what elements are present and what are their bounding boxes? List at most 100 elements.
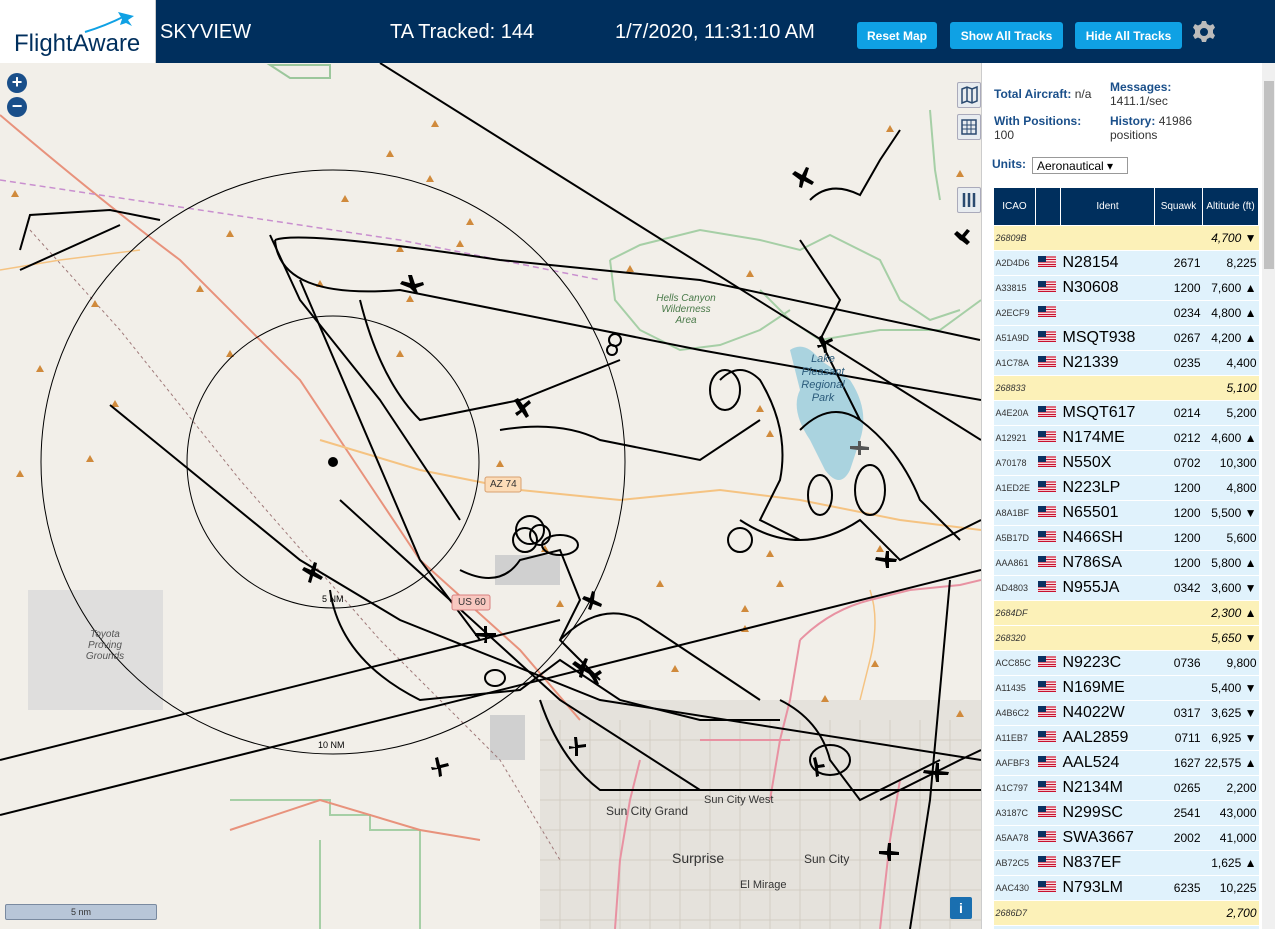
- table-row[interactable]: A33815 N30608 1200 7,600 ▲: [993, 275, 1259, 301]
- table-row[interactable]: A1ED2E N223LP 1200 4,800: [993, 475, 1259, 501]
- logo-text: FlightAware: [14, 30, 141, 57]
- table-row[interactable]: A4B6C2 N4022W 0317 3,625 ▼: [993, 700, 1259, 726]
- cell-flag: [1035, 875, 1061, 901]
- label-surprise: Surprise: [672, 850, 725, 866]
- label-sun-city-west: Sun City West: [704, 794, 774, 806]
- cell-altitude: 10,300: [1202, 450, 1259, 476]
- cell-ident: N4022W: [1060, 700, 1155, 726]
- table-row[interactable]: A1C78A N21339 0235 4,400: [993, 350, 1259, 376]
- table-row[interactable]: A5AA78 SWA3667 2002 41,000: [993, 825, 1259, 851]
- column-toggle-button[interactable]: [957, 187, 981, 213]
- scrollbar-thumb[interactable]: [1264, 81, 1274, 269]
- label-lake-pleasant: Lake Pleasant Regional Park: [801, 353, 845, 404]
- col-icao[interactable]: ICAO: [993, 187, 1036, 226]
- app-title: SKYVIEW: [160, 21, 252, 43]
- show-all-tracks-button[interactable]: Show All Tracks: [950, 22, 1063, 49]
- table-row[interactable]: AAC430 N793LM 6235 10,225: [993, 875, 1259, 901]
- table-row[interactable]: AAFBF3 AAL524 1627 22,575 ▲: [993, 750, 1259, 776]
- cell-icao: ACC85C: [993, 650, 1036, 676]
- table-row[interactable]: 2686D7 2,700: [993, 900, 1259, 926]
- table-row[interactable]: A12921 N174ME 0212 4,600 ▲: [993, 425, 1259, 451]
- col-altitude[interactable]: Altitude (ft): [1202, 187, 1259, 226]
- cell-altitude: 5,100: [1202, 375, 1259, 401]
- table-row[interactable]: 2684DF 2,300 ▲: [993, 600, 1259, 626]
- cell-ident: AAL2859: [1060, 725, 1155, 751]
- table-row[interactable]: A11435 N169ME 5,400 ▼: [993, 675, 1259, 701]
- history-label: History:: [1110, 114, 1156, 128]
- table-row[interactable]: A70178 N550X 0702 10,300: [993, 450, 1259, 476]
- map-view[interactable]: Hells Canyon Wilderness Area Lake Pleasa…: [0, 63, 981, 929]
- cell-altitude: 5,600: [1202, 525, 1259, 551]
- cell-icao: A2D4D6: [993, 250, 1036, 276]
- us-flag-icon: [1037, 831, 1056, 843]
- us-flag-icon: [1037, 406, 1056, 418]
- table-row[interactable]: AB72C5 N837EF 1,625 ▲: [993, 850, 1259, 876]
- table-row[interactable]: A1C797 N2134M 0265 2,200: [993, 775, 1259, 801]
- us-flag-icon: [1037, 331, 1056, 343]
- cell-ident: N881AC: [1060, 925, 1155, 929]
- table-row[interactable]: A8A1BF N65501 1200 5,500 ▼: [993, 500, 1259, 526]
- table-row[interactable]: ACC85C N9223C 0736 9,800: [993, 650, 1259, 676]
- zoom-in-button[interactable]: +: [7, 73, 27, 93]
- datetime: 1/7/2020, 11:31:10 AM: [615, 21, 815, 43]
- cell-icao: AAA861: [993, 550, 1036, 576]
- cell-flag: [1035, 525, 1061, 551]
- cell-altitude: 2,300 ▲: [1202, 600, 1259, 626]
- col-squawk[interactable]: Squawk: [1154, 187, 1203, 226]
- cell-flag: [1035, 450, 1061, 476]
- label-sun-city-grand: Sun City Grand: [606, 804, 689, 818]
- us-flag-icon: [1037, 356, 1056, 368]
- label-sun-city: Sun City: [804, 852, 850, 866]
- table-row[interactable]: A3187C N299SC 2541 43,000: [993, 800, 1259, 826]
- messages-value: 1411.1/sec: [1110, 94, 1168, 108]
- table-row[interactable]: A2ECF9 0234 4,800 ▲: [993, 300, 1259, 326]
- us-flag-icon: [1037, 756, 1056, 768]
- us-flag-icon: [1037, 806, 1056, 818]
- cell-squawk: [1154, 925, 1203, 929]
- cell-altitude: 5,650 ▼: [1202, 625, 1259, 651]
- table-row[interactable]: AAA861 N786SA 1200 5,800 ▲: [993, 550, 1259, 576]
- cell-altitude: 5,200: [1202, 400, 1259, 426]
- cell-squawk: 6235: [1154, 875, 1203, 901]
- cell-altitude: 4,800: [1202, 475, 1259, 501]
- cell-flag: [1035, 275, 1061, 301]
- table-scrollbar[interactable]: [1262, 63, 1275, 929]
- table-row[interactable]: 268320 5,650 ▼: [993, 625, 1259, 651]
- units-select[interactable]: Aeronautical ▾: [1032, 157, 1128, 174]
- cell-icao: A51A9D: [993, 325, 1036, 351]
- units-label: Units:: [992, 157, 1026, 171]
- cell-flag: [1035, 800, 1061, 826]
- cell-ident: [1060, 900, 1155, 926]
- cell-ident: N2134M: [1060, 775, 1155, 801]
- table-row[interactable]: A2D4D6 N28154 2671 8,225: [993, 250, 1259, 276]
- cell-icao: AAFBF3: [993, 750, 1036, 776]
- table-row[interactable]: 268833 5,100: [993, 375, 1259, 401]
- cell-flag: [1035, 575, 1061, 601]
- col-flag[interactable]: [1035, 187, 1061, 226]
- label-ring-5nm: 5 NM: [322, 594, 344, 604]
- table-row[interactable]: A51A9D MSQT938 0267 4,200 ▲: [993, 325, 1259, 351]
- flightaware-logo[interactable]: FlightAware: [0, 0, 156, 63]
- cell-icao: AB72C5: [993, 850, 1036, 876]
- hide-all-tracks-button[interactable]: Hide All Tracks: [1075, 22, 1182, 49]
- table-row[interactable]: AC218F N881AC 1,600: [993, 925, 1259, 929]
- table-row[interactable]: A4E20A MSQT617 0214 5,200: [993, 400, 1259, 426]
- reset-map-button[interactable]: Reset Map: [857, 22, 937, 49]
- table-row[interactable]: AD4803 N955JA 0342 3,600 ▼: [993, 575, 1259, 601]
- map-layer-button[interactable]: [957, 82, 981, 108]
- cell-ident: N223LP: [1060, 475, 1155, 501]
- top-header: FlightAware SKYVIEW TA Tracked: 144 1/7/…: [0, 0, 1275, 63]
- zoom-out-button[interactable]: −: [7, 97, 27, 117]
- cell-squawk: 0267: [1154, 325, 1203, 351]
- settings-gear-icon[interactable]: [1192, 20, 1216, 44]
- grid-toggle-button[interactable]: [957, 114, 981, 140]
- cell-ident: [1060, 225, 1155, 251]
- cell-flag: [1035, 550, 1061, 576]
- col-ident[interactable]: Ident: [1060, 187, 1155, 226]
- cell-squawk: 1200: [1154, 500, 1203, 526]
- cell-ident: N21339: [1060, 350, 1155, 376]
- table-row[interactable]: A11EB7 AAL2859 0711 6,925 ▼: [993, 725, 1259, 751]
- info-button[interactable]: i: [950, 897, 972, 919]
- table-row[interactable]: 26809B 4,700 ▼: [993, 225, 1259, 251]
- table-row[interactable]: A5B17D N466SH 1200 5,600: [993, 525, 1259, 551]
